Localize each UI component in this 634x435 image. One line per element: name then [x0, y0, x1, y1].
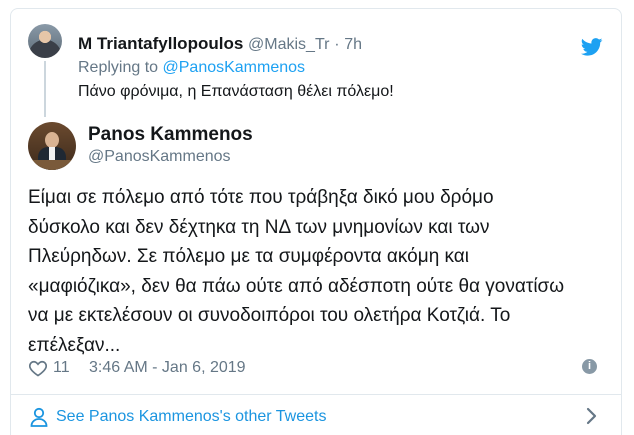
tweet-text-line: επέλεξαν...: [28, 334, 121, 356]
main-author-name[interactable]: Panos Kammenos: [88, 124, 253, 146]
main-avatar[interactable]: [28, 122, 76, 170]
parent-author[interactable]: M Triantafyllopoulos @Makis_Tr · 7h: [78, 34, 362, 54]
footer-divider: [10, 394, 622, 395]
parent-avatar[interactable]: [28, 24, 62, 58]
person-icon: [30, 407, 48, 427]
parent-time[interactable]: 7h: [344, 36, 362, 53]
chevron-right-icon[interactable]: [585, 406, 599, 426]
heart-icon[interactable]: [28, 358, 48, 378]
parent-tweet-text: Πάνο φρόνιμα, η Επανάσταση θέλει πόλεμο!: [78, 83, 394, 100]
like-count[interactable]: 11: [53, 359, 70, 377]
twitter-bird-icon[interactable]: [581, 38, 603, 56]
tweet-text-line: «μαφιόζικα», δεν θα πάω ούτε από αδέσποτ…: [28, 275, 565, 297]
tweet-timestamp[interactable]: 3:46 AM - Jan 6, 2019: [89, 359, 246, 377]
see-other-tweets-label[interactable]: See Panos Kammenos's other Tweets: [56, 408, 326, 426]
tweet-text-line: Πλεύρηδων. Σε πόλεμο με τα συμφέροντα ακ…: [28, 246, 470, 267]
thread-connector-line: [44, 61, 46, 117]
avatar-face: [45, 132, 59, 148]
replying-to-line: Replying to @PanosKammenos: [78, 59, 305, 77]
avatar-shirt: [49, 147, 55, 161]
parent-meta-separator: ·: [334, 36, 340, 53]
parent-author-handle[interactable]: @Makis_Tr: [248, 36, 329, 53]
main-tweet-text: Είμαι σε πόλεμο από τότε που τράβηξα δικ…: [28, 183, 598, 360]
tweet-text-line: δύσκολο και δεν δέχτηκα τη ΝΔ των μνημον…: [28, 216, 490, 238]
parent-author-name[interactable]: M Triantafyllopoulos: [78, 34, 243, 53]
main-author-handle[interactable]: @PanosKammenos: [88, 148, 231, 166]
avatar-podium: [28, 160, 76, 170]
tweet-text-line: να με εκτελέσουν οι συνοδοιπόροι του ολε…: [28, 305, 511, 326]
info-icon[interactable]: i: [582, 359, 597, 374]
replying-to-prefix: Replying to: [78, 59, 163, 76]
replying-to-handle[interactable]: @PanosKammenos: [163, 59, 306, 76]
tweet-text-line: Είμαι σε πόλεμο από τότε που τράβηξα δικ…: [28, 187, 494, 208]
